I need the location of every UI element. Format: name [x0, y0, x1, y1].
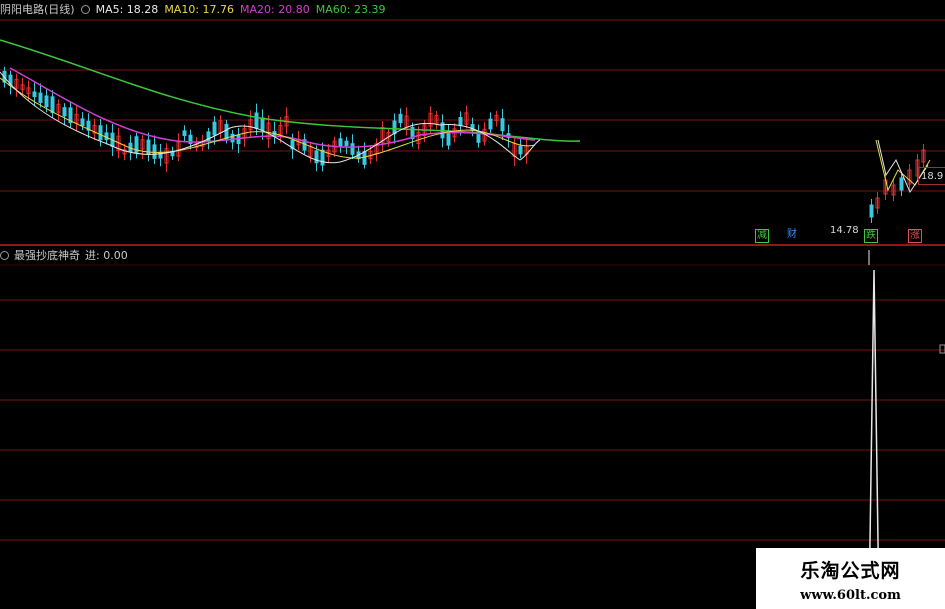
- ma60-label: MA60: 23.39: [315, 3, 386, 16]
- candle-body: [62, 107, 67, 117]
- indicator-settings-icon[interactable]: [0, 251, 9, 260]
- settings-gear-icon[interactable]: [80, 5, 90, 14]
- candle-body: [38, 92, 43, 103]
- indicator-name[interactable]: 最强抄底神奇: [14, 249, 80, 262]
- indicator-value: 进: 0.00: [85, 249, 128, 262]
- scroll-marker: [939, 344, 945, 354]
- candle-body: [98, 125, 103, 141]
- candle-body: [254, 112, 259, 130]
- candle-body: [518, 145, 523, 155]
- candlesticks: [2, 66, 926, 223]
- watermark-name: 乐淘公式网: [800, 560, 901, 582]
- candle-body: [212, 121, 217, 136]
- candle-body: [350, 143, 355, 155]
- candle-body: [80, 118, 85, 127]
- candle-body: [362, 151, 367, 165]
- candle-body: [320, 149, 325, 166]
- current-price-box: 18.9: [918, 167, 945, 185]
- stock-title[interactable]: 阴阳电路(日线): [0, 3, 75, 16]
- ma5-label: MA5: 18.28: [95, 3, 159, 16]
- candle-body: [44, 95, 49, 108]
- candle-body: [50, 96, 55, 114]
- tag-fall[interactable]: 跌: [864, 229, 878, 243]
- tag-reduce[interactable]: 减: [755, 229, 769, 243]
- candle-body: [500, 118, 505, 132]
- candle-body: [398, 113, 403, 124]
- ma10-line: [0, 77, 536, 159]
- candle-body: [869, 204, 874, 218]
- candle-body: [152, 144, 157, 159]
- candle-body: [230, 133, 235, 143]
- candle-body: [488, 118, 493, 130]
- candle-body: [182, 130, 187, 137]
- candle-body: [899, 177, 904, 191]
- tag-finance[interactable]: 财: [786, 229, 798, 241]
- chart-canvas[interactable]: [0, 0, 945, 609]
- candle-body: [344, 140, 349, 147]
- main-chart-header: 阴阳电路(日线) MA5: 18.28 MA10: 17.76 MA20: 20.80…: [0, 3, 391, 17]
- candle-body: [224, 123, 229, 140]
- candle-body: [470, 124, 475, 131]
- candle-body: [32, 91, 37, 98]
- candle-body: [158, 151, 163, 159]
- low-price-label: 14.78: [830, 225, 859, 236]
- indicator-header: 最强抄底神奇 进: 0.00: [0, 249, 133, 263]
- candle-body: [104, 132, 109, 141]
- candle-body: [458, 116, 463, 127]
- ma20-label: MA20: 20.80: [240, 3, 310, 16]
- candle-body: [260, 117, 265, 131]
- candle-body: [338, 138, 343, 147]
- grid-lines: [0, 19, 945, 541]
- watermark-logo: 乐淘公式网 www.60lt.com: [756, 548, 945, 609]
- watermark-url: www.60lt.com: [800, 588, 901, 603]
- candle-body: [314, 150, 319, 164]
- stock-chart-window: 阴阳电路(日线) MA5: 18.28 MA10: 17.76 MA20: 20.80…: [0, 0, 945, 609]
- candle-body: [392, 120, 397, 135]
- tag-rise[interactable]: 涨: [908, 229, 922, 243]
- ma10-label: MA10: 17.76: [164, 3, 235, 16]
